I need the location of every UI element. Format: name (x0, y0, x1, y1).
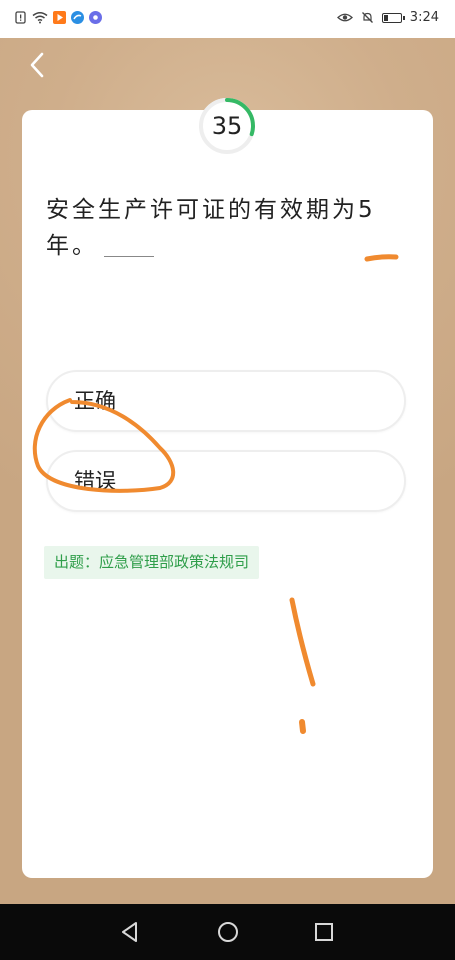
browser-app-icon (71, 11, 84, 24)
question-source-tag: 出题：应急管理部政策法规司 (44, 546, 260, 579)
nav-back-icon[interactable] (116, 918, 144, 946)
wifi-icon (32, 12, 48, 24)
music-app-icon (89, 11, 102, 24)
nav-recents-icon[interactable] (310, 918, 338, 946)
question-text: 安全生产许可证的有效期为5年。 (46, 192, 418, 264)
eye-comfort-icon (336, 13, 353, 22)
answer-blank (104, 236, 154, 257)
option-label: 正确 (74, 389, 116, 413)
chevron-left-icon (30, 52, 44, 78)
back-button[interactable] (22, 50, 52, 80)
nav-home-icon[interactable] (214, 918, 242, 946)
quiz-screen: 35 安全生产许可证的有效期为5年。 正确 错误 出题：应急管理部政策法规司 (0, 38, 455, 904)
question-card: 35 安全生产许可证的有效期为5年。 正确 错误 出题：应急管理部政策法规司 (22, 98, 433, 878)
question-stem: 安全生产许可证的有效期为5年。 (46, 197, 376, 259)
sim-alert-icon (15, 11, 26, 24)
navigation-bar (0, 904, 455, 960)
status-icons-left (14, 11, 102, 24)
mute-bell-icon (361, 12, 373, 23)
countdown-timer: 35 (197, 96, 257, 156)
video-app-icon (53, 11, 66, 24)
option-wrong-button[interactable]: 错误 (46, 450, 406, 512)
timer-value: 35 (211, 112, 243, 140)
status-time: 3:24 (409, 10, 439, 25)
status-icons-right: 3:24 (336, 10, 439, 25)
option-correct-button[interactable]: 正确 (46, 370, 406, 432)
option-label: 错误 (74, 469, 116, 493)
battery-icon (381, 12, 405, 23)
status-bar: 3:24 (0, 0, 455, 38)
